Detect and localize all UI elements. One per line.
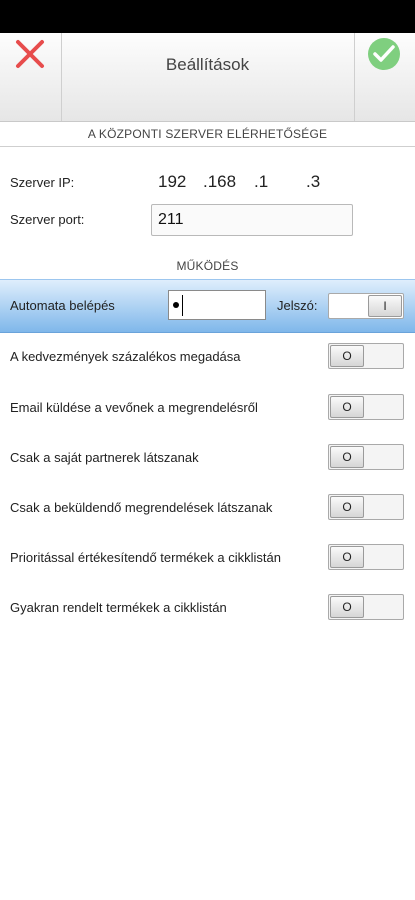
text-caret (182, 295, 183, 316)
password-toggle[interactable]: I (328, 293, 404, 319)
toggle-knob: O (330, 596, 364, 618)
section-divider (0, 146, 415, 147)
setting-label-own-partners: Csak a saját partnerek látszanak (10, 450, 199, 465)
ip-segment-3[interactable]: .1 (254, 172, 268, 192)
auto-login-password-input[interactable] (168, 290, 266, 320)
ip-segment-2[interactable]: .168 (203, 172, 236, 192)
setting-label-email: Email küldése a vevőnek a megrendelésről (10, 400, 258, 415)
check-icon[interactable] (366, 36, 402, 72)
toggle-knob: O (330, 345, 364, 367)
ip-segment-4[interactable]: .3 (306, 172, 320, 192)
setting-toggle-pending-orders[interactable]: O (328, 494, 404, 520)
setting-label-frequent-products: Gyakran rendelt termékek a cikklistán (10, 600, 227, 615)
ip-segment-1[interactable]: 192 (158, 172, 186, 192)
setting-toggle-priority-products[interactable]: O (328, 544, 404, 570)
setting-label-discount: A kedvezmények százalékos megadása (10, 349, 241, 364)
setting-toggle-frequent-products[interactable]: O (328, 594, 404, 620)
auto-login-label: Automata belépés (10, 298, 115, 313)
server-port-label: Szerver port: (10, 212, 85, 227)
setting-label-priority-products: Prioritással értékesítendő termékek a ci… (10, 550, 281, 565)
server-ip-label: Szerver IP: (10, 175, 75, 190)
title-separator-left (61, 33, 62, 121)
status-bar (0, 0, 415, 33)
password-label: Jelszó: (277, 298, 318, 313)
toggle-knob: O (330, 496, 364, 518)
title-bar: Beállítások (0, 33, 415, 122)
toggle-knob: I (368, 295, 402, 317)
setting-toggle-discount[interactable]: O (328, 343, 404, 369)
title-separator-right (354, 33, 355, 121)
page-title: Beállítások (165, 55, 250, 74)
password-dot (173, 302, 179, 308)
section-server-title: A KÖZPONTI SZERVER ELÉRHETŐSÉGE (87, 127, 328, 141)
server-port-input[interactable]: 211 (151, 204, 353, 236)
toggle-knob: O (330, 446, 364, 468)
toggle-knob: O (330, 546, 364, 568)
close-icon[interactable] (12, 36, 48, 72)
toggle-knob: O (330, 396, 364, 418)
setting-toggle-email[interactable]: O (328, 394, 404, 420)
setting-toggle-own-partners[interactable]: O (328, 444, 404, 470)
section-operation-title: MŰKÖDÉS (176, 259, 239, 273)
setting-label-pending-orders: Csak a beküldendő megrendelések látszana… (10, 500, 273, 515)
